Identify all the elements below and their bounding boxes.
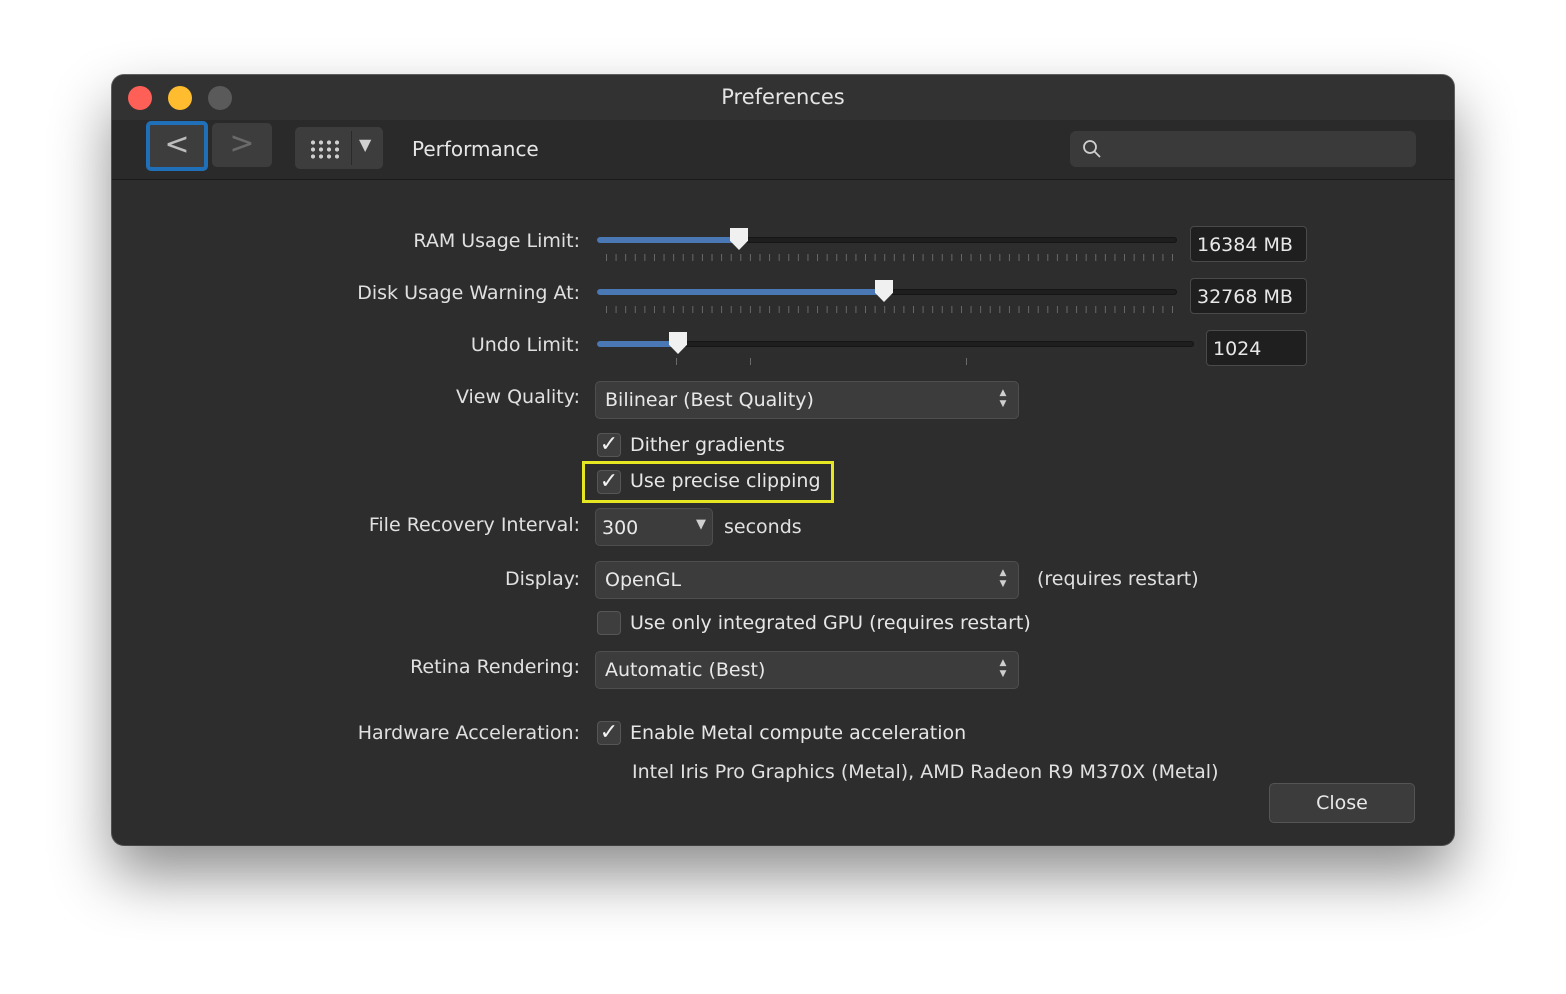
undo-limit-label: Undo Limit: (470, 334, 580, 356)
seconds-label: seconds (724, 516, 802, 538)
back-button[interactable]: < (146, 121, 208, 171)
check-icon: ✓ (599, 469, 619, 494)
file-recovery-combo[interactable]: ▼ (595, 508, 713, 546)
display-restart-note: (requires restart) (1037, 568, 1199, 590)
updown-arrows-icon: ▲ ▼ (999, 388, 1007, 409)
retina-rendering-label: Retina Rendering: (410, 656, 580, 678)
file-recovery-label: File Recovery Interval: (368, 514, 580, 536)
metal-acceleration-label[interactable]: Enable Metal compute acceleration (630, 722, 966, 744)
undo-limit-value[interactable]: 1024 (1206, 330, 1307, 366)
disk-slider-ticks (606, 306, 1174, 313)
hardware-acceleration-label: Hardware Acceleration: (357, 722, 580, 744)
ram-slider-ticks (606, 254, 1174, 261)
search-field[interactable] (1070, 131, 1416, 167)
ram-usage-value[interactable]: 16384 MB (1190, 226, 1307, 262)
undo-slider-tick (966, 358, 967, 365)
display-value: OpenGL (605, 569, 682, 591)
forward-button[interactable]: > (212, 123, 272, 167)
undo-slider-tick (750, 358, 751, 365)
ram-usage-slider[interactable] (597, 228, 1177, 250)
disk-usage-slider[interactable] (597, 280, 1177, 302)
ram-usage-label: RAM Usage Limit: (413, 230, 580, 252)
ram-slider-thumb[interactable] (730, 228, 748, 250)
chevron-right-icon: > (229, 126, 255, 161)
section-title: Performance (412, 137, 539, 161)
integrated-gpu-label[interactable]: Use only integrated GPU (requires restar… (630, 612, 1031, 634)
ram-slider-fill (597, 237, 739, 243)
metal-acceleration-checkbox[interactable]: ✓ (597, 721, 621, 745)
dither-gradients-label[interactable]: Dither gradients (630, 434, 785, 456)
window-title: Preferences (721, 85, 845, 109)
display-select[interactable]: OpenGL ▲ ▼ (595, 561, 1019, 599)
check-icon: ✓ (599, 432, 619, 457)
file-recovery-input[interactable] (600, 513, 684, 543)
view-quality-select[interactable]: Bilinear (Best Quality) ▲ ▼ (595, 381, 1019, 419)
view-quality-value: Bilinear (Best Quality) (605, 389, 814, 411)
updown-arrows-icon: ▲ ▼ (999, 568, 1007, 589)
precise-clipping-checkbox[interactable]: ✓ (597, 470, 621, 494)
chevron-left-icon: < (164, 127, 190, 162)
check-icon: ✓ (599, 720, 619, 745)
gpu-info-text: Intel Iris Pro Graphics (Metal), AMD Rad… (632, 761, 1219, 783)
undo-slider-fill (597, 341, 678, 347)
disk-slider-fill (597, 289, 884, 295)
precise-clipping-label[interactable]: Use precise clipping (630, 470, 821, 492)
integrated-gpu-checkbox[interactable] (597, 611, 621, 635)
preferences-window: Preferences < > ▼ Performance RAM Usage … (112, 75, 1454, 845)
title-bar: Preferences (112, 75, 1454, 120)
retina-rendering-select[interactable]: Automatic (Best) ▲ ▼ (595, 651, 1019, 689)
undo-limit-slider[interactable] (597, 332, 1194, 354)
view-quality-label: View Quality: (455, 386, 580, 408)
grid-icon (309, 139, 341, 159)
search-icon (1083, 140, 1101, 158)
disk-usage-label: Disk Usage Warning At: (357, 282, 580, 304)
undo-slider-tick (676, 358, 677, 365)
show-all-button[interactable]: ▼ (295, 127, 383, 169)
dither-gradients-checkbox[interactable]: ✓ (597, 433, 621, 457)
disk-usage-value[interactable]: 32768 MB (1190, 278, 1307, 314)
retina-rendering-value: Automatic (Best) (605, 659, 766, 681)
button-divider (351, 131, 352, 165)
display-label: Display: (504, 568, 580, 590)
undo-slider-thumb[interactable] (669, 332, 687, 354)
updown-arrows-icon: ▲ ▼ (999, 658, 1007, 679)
dropdown-arrow-icon[interactable]: ▼ (359, 135, 371, 154)
dropdown-arrow-icon[interactable]: ▼ (696, 517, 706, 532)
disk-slider-thumb[interactable] (875, 280, 893, 302)
close-button[interactable]: Close (1269, 783, 1415, 823)
